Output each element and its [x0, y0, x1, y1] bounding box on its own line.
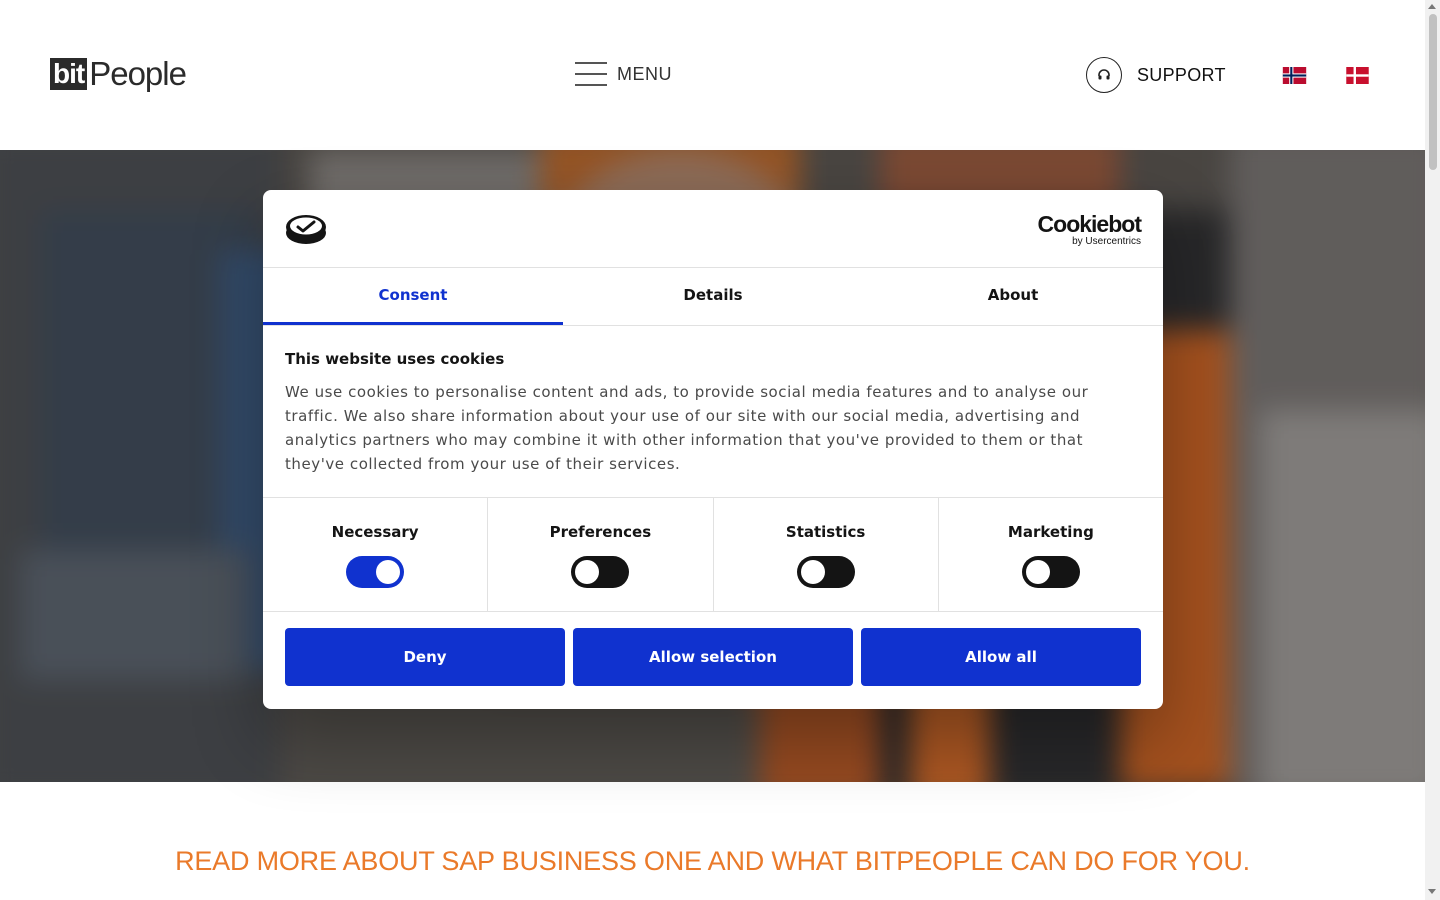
- dialog-description: We use cookies to personalise content an…: [285, 383, 1089, 473]
- marketing-toggle[interactable]: [1021, 556, 1080, 588]
- bitpeople-logo[interactable]: bit People: [50, 55, 187, 92]
- allow-all-button[interactable]: Allow all: [861, 628, 1141, 686]
- cookiebot-sub: by Usercentrics: [1072, 236, 1141, 247]
- category-marketing: Marketing: [939, 498, 1163, 611]
- deny-button[interactable]: Deny: [285, 628, 565, 686]
- dialog-tabs: Consent Details About: [263, 268, 1163, 326]
- page-scrollbar[interactable]: [1425, 0, 1440, 900]
- dialog-body: This website uses cookies We use cookies…: [263, 326, 1163, 498]
- menu-button[interactable]: MENU: [575, 61, 672, 87]
- logo-bit-text: bit: [50, 58, 88, 90]
- site-header: bit People MENU SUPPORT: [0, 0, 1425, 150]
- menu-label: MENU: [617, 63, 672, 84]
- category-preferences: Preferences: [488, 498, 714, 611]
- page-headline: READ MORE ABOUT SAP BUSINESS ONE AND WHA…: [175, 846, 1250, 876]
- headset-icon: [1086, 57, 1122, 93]
- category-label: Necessary: [331, 523, 419, 541]
- necessary-toggle[interactable]: [346, 556, 405, 588]
- tab-consent[interactable]: Consent: [263, 268, 563, 325]
- cookiebot-brand[interactable]: Cookiebot by Usercentrics: [1037, 211, 1142, 247]
- category-statistics: Statistics: [714, 498, 939, 611]
- category-label: Marketing: [1007, 523, 1094, 541]
- cookie-categories: Necessary Preferences Statistics Marketi…: [263, 498, 1163, 612]
- tab-details[interactable]: Details: [563, 268, 863, 325]
- preferences-toggle[interactable]: [571, 556, 630, 588]
- support-link[interactable]: SUPPORT: [1086, 57, 1226, 93]
- hamburger-icon: [575, 61, 607, 87]
- dialog-header: Cookiebot by Usercentrics: [263, 190, 1163, 268]
- scroll-down-arrow-icon[interactable]: [1428, 889, 1436, 894]
- logo-people-text: People: [89, 55, 187, 92]
- scroll-up-arrow-icon[interactable]: [1428, 4, 1436, 9]
- tab-about[interactable]: About: [863, 268, 1163, 325]
- support-label: SUPPORT: [1137, 64, 1226, 85]
- norway-flag-icon[interactable]: [1281, 67, 1308, 84]
- allow-selection-button[interactable]: Allow selection: [573, 628, 853, 686]
- denmark-flag-icon[interactable]: [1344, 67, 1371, 84]
- statistics-toggle[interactable]: [796, 556, 855, 588]
- cookiebot-name: Cookiebot: [1037, 211, 1142, 237]
- scrollbar-thumb[interactable]: [1429, 14, 1437, 170]
- dialog-title: This website uses cookies: [285, 350, 505, 368]
- dialog-buttons: Deny Allow selection Allow all: [263, 612, 1163, 686]
- cookie-logo-icon: [286, 215, 326, 244]
- category-necessary: Necessary: [263, 498, 489, 611]
- category-label: Statistics: [785, 523, 866, 541]
- cookie-consent-dialog: Cookiebot by Usercentrics Consent Detail…: [263, 190, 1163, 709]
- category-label: Preferences: [549, 523, 652, 541]
